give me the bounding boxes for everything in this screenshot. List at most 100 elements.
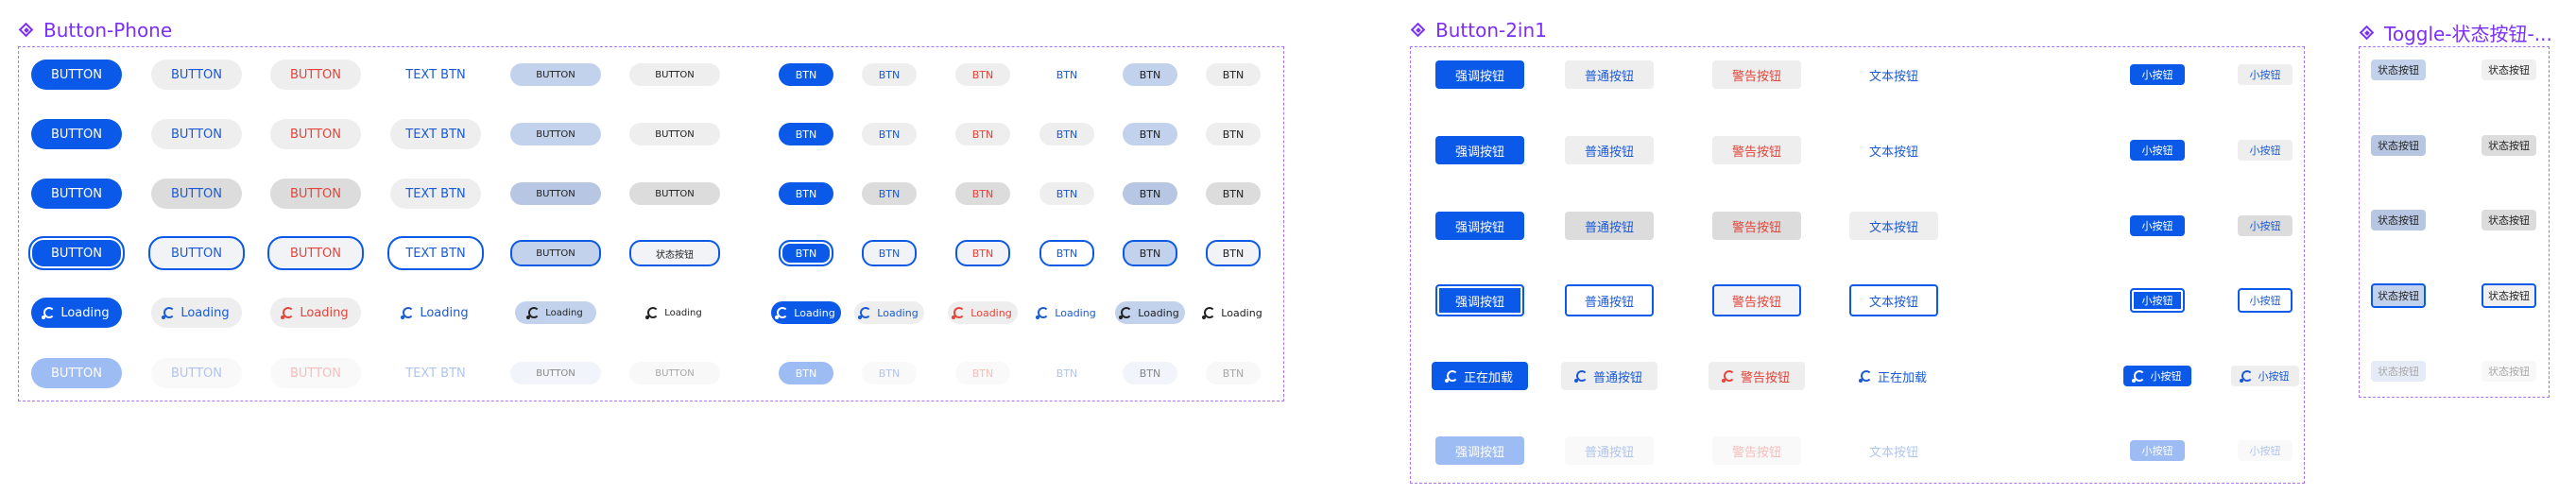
phone-select-button[interactable]: BUTTON: [510, 123, 601, 145]
phone-text-button[interactable]: BTN: [1039, 362, 1094, 384]
phone-plain-button[interactable]: BUTTON: [629, 63, 720, 86]
twoin1-normal-button[interactable]: 小按钮: [2238, 440, 2293, 461]
phone-select-button[interactable]: BUTTON: [510, 362, 601, 384]
phone-text-button[interactable]: TEXT BTN: [390, 358, 481, 388]
phone-plain-button[interactable]: BUTTON: [629, 182, 720, 205]
phone-select-button[interactable]: Loading: [1115, 301, 1185, 324]
phone-primary-button[interactable]: Loading: [771, 301, 841, 324]
phone-select-button[interactable]: BTN: [1123, 362, 1177, 384]
phone-warn-button[interactable]: BUTTON: [270, 119, 361, 149]
phone-plain-button[interactable]: BTN: [1206, 240, 1261, 266]
twoin1-primary-button[interactable]: 小按钮: [2130, 215, 2185, 236]
toggle-selected-button[interactable]: 状态按钮: [2371, 210, 2426, 230]
toggle-plain-button[interactable]: 状态按钮: [2482, 60, 2536, 80]
phone-normal-button[interactable]: BTN: [862, 240, 917, 266]
toggle-plain-button[interactable]: 状态按钮: [2482, 210, 2536, 230]
twoin1-normal-button[interactable]: 普通按钮: [1565, 284, 1654, 316]
phone-text-button[interactable]: TEXT BTN: [387, 236, 484, 270]
phone-plain-button[interactable]: BTN: [1206, 182, 1261, 205]
twoin1-primary-button[interactable]: 小按钮: [2130, 288, 2185, 313]
phone-primary-button[interactable]: BUTTON: [28, 236, 125, 270]
phone-text-button[interactable]: BTN: [1039, 240, 1094, 266]
phone-text-button[interactable]: BTN: [1039, 182, 1094, 205]
twoin1-warn-button[interactable]: 警告按钮: [1712, 284, 1801, 316]
twoin1-primary-button[interactable]: 小按钮: [2123, 366, 2191, 386]
phone-normal-button[interactable]: BUTTON: [148, 236, 245, 270]
twoin1-normal-button[interactable]: 小按钮: [2238, 215, 2293, 236]
phone-primary-button[interactable]: BTN: [779, 240, 833, 266]
twoin1-warn-button[interactable]: 警告按钮: [1712, 136, 1801, 164]
phone-warn-button[interactable]: BTN: [955, 182, 1010, 205]
twoin1-text-button[interactable]: 文本按钮: [1849, 136, 1938, 164]
twoin1-text-button[interactable]: 正在加载: [1846, 362, 1942, 390]
phone-primary-button[interactable]: BTN: [779, 182, 833, 205]
twoin1-warn-button[interactable]: 警告按钮: [1712, 436, 1801, 465]
phone-primary-button[interactable]: BUTTON: [31, 119, 122, 149]
twoin1-warn-button[interactable]: 警告按钮: [1712, 60, 1801, 89]
phone-select-button[interactable]: BUTTON: [510, 240, 601, 266]
phone-primary-button[interactable]: BTN: [779, 123, 833, 145]
toggle-plain-button[interactable]: 状态按钮: [2482, 135, 2536, 156]
phone-primary-button[interactable]: BTN: [779, 362, 833, 384]
twoin1-primary-button[interactable]: 正在加载: [1432, 362, 1528, 390]
twoin1-primary-button[interactable]: 小按钮: [2130, 140, 2185, 161]
phone-select-button[interactable]: Loading: [515, 301, 596, 324]
phone-normal-button[interactable]: Loading: [151, 298, 242, 328]
twoin1-warn-button[interactable]: 警告按钮: [1709, 362, 1805, 390]
toggle-selected-button[interactable]: 状态按钮: [2371, 361, 2426, 382]
phone-primary-button[interactable]: BUTTON: [31, 60, 122, 90]
phone-warn-button[interactable]: BUTTON: [270, 358, 361, 388]
twoin1-text-button[interactable]: 文本按钮: [1849, 284, 1938, 316]
twoin1-normal-button[interactable]: 普通按钮: [1561, 362, 1657, 390]
phone-warn-button[interactable]: BUTTON: [267, 236, 364, 270]
phone-plain-button[interactable]: BTN: [1206, 362, 1261, 384]
phone-warn-button[interactable]: Loading: [270, 298, 361, 328]
toggle-selected-button[interactable]: 状态按钮: [2371, 135, 2426, 156]
twoin1-normal-button[interactable]: 普通按钮: [1565, 136, 1654, 164]
phone-normal-button[interactable]: BTN: [862, 123, 917, 145]
twoin1-text-button[interactable]: 文本按钮: [1849, 212, 1938, 240]
twoin1-warn-button[interactable]: 警告按钮: [1712, 212, 1801, 240]
phone-plain-button[interactable]: 状态按钮: [629, 240, 720, 266]
phone-select-button[interactable]: BTN: [1123, 240, 1177, 266]
twoin1-normal-button[interactable]: 普通按钮: [1565, 436, 1654, 465]
phone-primary-button[interactable]: BTN: [779, 63, 833, 86]
phone-text-button[interactable]: TEXT BTN: [390, 60, 481, 90]
phone-normal-button[interactable]: BUTTON: [151, 119, 242, 149]
phone-text-button[interactable]: TEXT BTN: [390, 119, 481, 149]
phone-text-button[interactable]: TEXT BTN: [390, 179, 481, 209]
phone-select-button[interactable]: BTN: [1123, 63, 1177, 86]
phone-normal-button[interactable]: BUTTON: [151, 358, 242, 388]
twoin1-text-button[interactable]: 文本按钮: [1849, 436, 1938, 465]
phone-normal-button[interactable]: Loading: [854, 301, 924, 324]
twoin1-primary-button[interactable]: 强调按钮: [1435, 284, 1524, 316]
twoin1-text-button[interactable]: 文本按钮: [1849, 60, 1938, 89]
phone-plain-button[interactable]: Loading: [1198, 301, 1268, 324]
toggle-plain-button[interactable]: 状态按钮: [2482, 361, 2536, 382]
phone-warn-button[interactable]: Loading: [948, 301, 1018, 324]
toggle-selected-button[interactable]: 状态按钮: [2371, 283, 2426, 308]
phone-normal-button[interactable]: BTN: [862, 362, 917, 384]
twoin1-primary-button[interactable]: 强调按钮: [1435, 60, 1524, 89]
phone-text-button[interactable]: BTN: [1039, 123, 1094, 145]
twoin1-normal-button[interactable]: 普通按钮: [1565, 212, 1654, 240]
phone-warn-button[interactable]: BTN: [955, 123, 1010, 145]
phone-plain-button[interactable]: BUTTON: [629, 123, 720, 145]
twoin1-primary-button[interactable]: 小按钮: [2130, 440, 2185, 461]
phone-primary-button[interactable]: BUTTON: [31, 179, 122, 209]
phone-text-button[interactable]: Loading: [1032, 301, 1102, 324]
twoin1-primary-button[interactable]: 强调按钮: [1435, 436, 1524, 465]
phone-normal-button[interactable]: BTN: [862, 63, 917, 86]
phone-select-button[interactable]: BTN: [1123, 182, 1177, 205]
twoin1-primary-button[interactable]: 强调按钮: [1435, 136, 1524, 164]
twoin1-normal-button[interactable]: 小按钮: [2231, 366, 2299, 386]
phone-text-button[interactable]: BTN: [1039, 63, 1094, 86]
phone-normal-button[interactable]: BUTTON: [151, 60, 242, 90]
phone-plain-button[interactable]: BUTTON: [629, 362, 720, 384]
twoin1-primary-button[interactable]: 强调按钮: [1435, 212, 1524, 240]
twoin1-normal-button[interactable]: 普通按钮: [1565, 60, 1654, 89]
phone-warn-button[interactable]: BTN: [955, 240, 1010, 266]
phone-text-button[interactable]: Loading: [390, 298, 481, 328]
phone-select-button[interactable]: BUTTON: [510, 182, 601, 205]
phone-select-button[interactable]: BTN: [1123, 123, 1177, 145]
